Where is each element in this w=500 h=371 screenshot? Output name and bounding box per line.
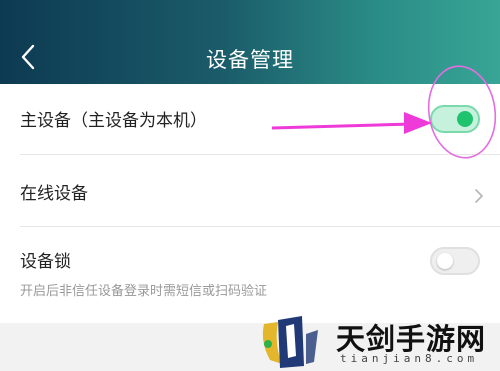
device-lock-toggle[interactable] <box>430 247 480 275</box>
primary-device-toggle[interactable] <box>430 105 480 133</box>
chevron-right-icon <box>475 189 483 203</box>
toggle-knob <box>437 253 453 269</box>
device-lock-label: 设备锁 <box>20 252 71 272</box>
settings-list: 主设备（主设备为本机） 在线设备 设备锁 开启后非信任设备登录时需短信或扫码验证 <box>0 84 500 323</box>
device-lock-row: 设备锁 <box>0 227 500 323</box>
online-devices-row[interactable]: 在线设备 <box>0 155 500 226</box>
watermark-logo-icon <box>262 316 318 368</box>
primary-device-label: 主设备（主设备为本机） <box>20 111 207 131</box>
toggle-knob <box>457 111 473 127</box>
primary-device-row: 主设备（主设备为本机） <box>0 84 500 154</box>
page-title: 设备管理 <box>206 48 294 72</box>
device-lock-description: 开启后非信任设备登录时需短信或扫码验证 <box>20 284 268 299</box>
header-bar: 设备管理 <box>0 0 500 84</box>
watermark: 天剑手游网 tianjian8.com <box>256 312 500 371</box>
online-devices-label: 在线设备 <box>20 184 88 204</box>
watermark-url: tianjian8.com <box>340 352 479 365</box>
